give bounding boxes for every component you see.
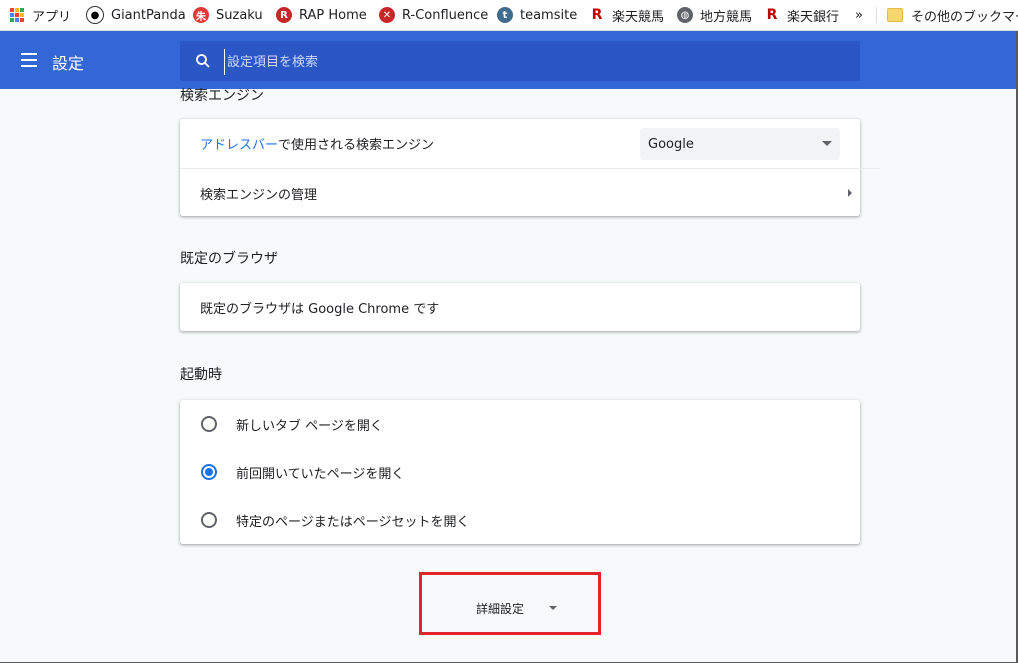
bookmark-apps[interactable]: アプリ (10, 0, 71, 30)
teamsite-icon: t (497, 7, 513, 23)
address-bar-link[interactable]: アドレスバー (200, 134, 278, 153)
suzaku-icon: 朱 (193, 7, 209, 23)
page-title: 設定 (52, 54, 85, 73)
bookmark-label: 地方競馬 (700, 9, 753, 25)
radio-continue[interactable] (201, 464, 217, 480)
rakuten-r-icon: R (591, 7, 603, 23)
bookmark-item[interactable]: 朱 Suzaku (193, 0, 263, 30)
bookmark-label: 楽天銀行 (787, 9, 840, 25)
radio-label-continue[interactable]: 前回開いていたページを開く (236, 463, 404, 482)
folder-icon (887, 8, 903, 22)
search-engine-card: アドレスバー で使用される検索エンジン Google 検索エンジンの管理 (180, 119, 880, 216)
globe-icon: ◍ (677, 7, 693, 23)
search-input[interactable] (224, 49, 829, 75)
bookmark-item[interactable]: ● GiantPanda (86, 0, 186, 30)
section-title-search-engine: 検索エンジン (180, 88, 264, 104)
bookmark-item[interactable]: R 楽天銀行 (764, 0, 839, 30)
on-startup-card: 新しいタブ ページを開く 前回開いていたページを開く 特定のページまたはページセ… (180, 400, 860, 544)
window-border (0, 662, 1018, 667)
menu-icon[interactable] (21, 53, 37, 67)
manage-search-engines-label: 検索エンジンの管理 (200, 187, 318, 203)
radio-label-new-tab[interactable]: 新しいタブ ページを開く (236, 415, 383, 434)
search-engine-row-label: で使用される検索エンジン (278, 138, 435, 153)
rakuten-r-icon: R (766, 7, 778, 23)
bookmark-label: 楽天競馬 (612, 9, 665, 25)
search-icon (196, 54, 210, 68)
bookmark-item[interactable]: t teamsite (497, 0, 577, 30)
bookmark-label: Suzaku (216, 7, 263, 23)
bookmark-label: R-Confluence (402, 7, 489, 23)
radio-new-tab[interactable] (201, 416, 217, 432)
rap-icon: R (276, 7, 292, 23)
bookmark-label: RAP Home (299, 7, 367, 23)
default-browser-row: 既定のブラウザは Google Chrome です (180, 283, 880, 331)
panda-icon: ● (86, 6, 104, 24)
apps-grid-icon (10, 8, 24, 22)
search-engine-select[interactable]: Google (640, 128, 840, 160)
bookmark-label: GiantPanda (111, 7, 186, 23)
manage-search-engines-row[interactable]: 検索エンジンの管理 (180, 168, 880, 217)
section-title-default-browser: 既定のブラウザ (180, 251, 278, 267)
bookmarks-bar: アプリ ● GiantPanda 朱 Suzaku R RAP Home ✕ R… (0, 0, 1018, 31)
section-title-on-startup: 起動時 (180, 367, 222, 383)
advanced-settings-button[interactable]: 詳細設定 (476, 600, 524, 617)
dropdown-arrow-icon (822, 141, 832, 146)
bookmarks-overflow-button[interactable]: » (855, 0, 863, 30)
bookmark-label: その他のブックマー (911, 9, 1018, 25)
search-box[interactable] (180, 41, 860, 81)
confluence-icon: ✕ (379, 7, 395, 23)
other-bookmarks-folder[interactable]: その他のブックマー (887, 0, 1018, 30)
default-browser-text: 既定のブラウザは Google Chrome です (200, 301, 440, 317)
chevron-down-icon[interactable] (549, 606, 557, 610)
settings-header: 設定 (0, 31, 1018, 89)
bookmark-item[interactable]: R RAP Home (276, 0, 367, 30)
bookmark-label: アプリ (32, 9, 72, 25)
default-browser-card: 既定のブラウザは Google Chrome です (180, 283, 860, 331)
bookmark-label: teamsite (520, 7, 578, 23)
radio-label-specific-pages[interactable]: 特定のページまたはページセットを開く (236, 511, 469, 530)
bookmark-item[interactable]: R 楽天競馬 (589, 0, 664, 30)
bookmark-item[interactable]: ✕ R-Confluence (379, 0, 488, 30)
search-engine-selected: Google (648, 136, 694, 152)
bookmarks-separator (876, 7, 877, 23)
bookmark-item[interactable]: ◍ 地方競馬 (677, 0, 752, 30)
chevron-right-icon (848, 189, 852, 197)
radio-specific-pages[interactable] (201, 512, 217, 528)
